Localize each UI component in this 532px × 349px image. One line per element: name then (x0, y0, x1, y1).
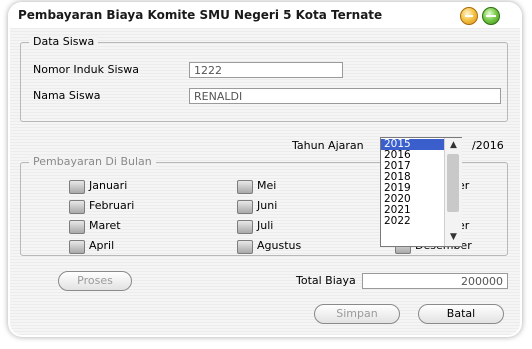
pembayaran-bulan-legend: Pembayaran Di Bulan (29, 155, 156, 168)
form-content: Data Siswa Nomor Induk Siswa 1222 Nama S… (10, 28, 520, 335)
checkbox-box[interactable] (237, 200, 253, 214)
month-label: Juli (257, 219, 274, 232)
month-label: Agustus (257, 239, 302, 252)
checkbox-box[interactable] (237, 220, 253, 234)
scrollbar-thumb[interactable] (447, 154, 459, 212)
data-siswa-legend: Data Siswa (29, 35, 99, 48)
month-label: Februari (89, 199, 135, 212)
checkbox-box[interactable] (237, 180, 253, 194)
month-label: Januari (89, 179, 128, 192)
month-label: Maret (89, 219, 121, 232)
total-biaya-input[interactable]: 200000 (362, 273, 508, 289)
nama-siswa-label: Nama Siswa (33, 89, 101, 102)
dropdown-option[interactable]: 2022 (381, 216, 446, 227)
checkbox-box[interactable] (69, 200, 85, 214)
tahun-ajaran-label: Tahun Ajaran (292, 139, 364, 152)
data-siswa-group: Data Siswa Nomor Induk Siswa 1222 Nama S… (20, 35, 508, 122)
checkbox-box[interactable] (69, 180, 85, 194)
chevron-up-icon[interactable]: ▲ (445, 138, 462, 152)
nama-siswa-input[interactable]: RENALDI (189, 88, 501, 104)
proses-button[interactable]: Proses (58, 271, 132, 291)
tahun-suffix: /2016 (472, 139, 504, 152)
month-label: Mei (257, 179, 277, 192)
close-icon[interactable] (482, 7, 500, 25)
simpan-button[interactable]: Simpan (314, 304, 400, 324)
checkbox-box[interactable] (69, 240, 85, 254)
nomor-induk-input[interactable]: 1222 (189, 62, 343, 78)
checkbox-box[interactable] (237, 240, 253, 254)
batal-button[interactable]: Batal (418, 304, 504, 324)
minimize-icon[interactable] (460, 7, 478, 25)
dropdown-scrollbar[interactable]: ▲ ▼ (444, 138, 462, 246)
month-label: April (89, 239, 115, 252)
nomor-induk-label: Nomor Induk Siswa (33, 63, 139, 76)
tahun-ajaran-dropdown-list[interactable]: 2015 2016 2017 2018 2019 2020 2021 2022 … (380, 137, 462, 247)
total-biaya-label: Total Biaya (296, 274, 356, 287)
app-window: Pembayaran Biaya Komite SMU Negeri 5 Kot… (8, 2, 522, 337)
checkbox-box[interactable] (69, 220, 85, 234)
title-bar: Pembayaran Biaya Komite SMU Negeri 5 Kot… (8, 2, 522, 28)
month-label: Juni (257, 199, 278, 212)
window-title: Pembayaran Biaya Komite SMU Negeri 5 Kot… (18, 8, 383, 22)
chevron-down-icon[interactable]: ▼ (445, 230, 462, 244)
